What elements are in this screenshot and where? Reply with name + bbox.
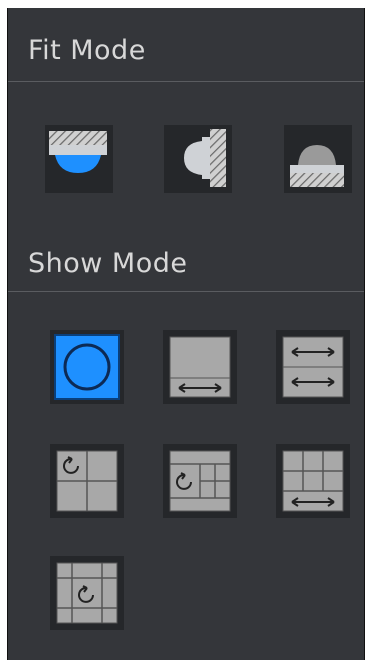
fit-mode-divider: [8, 81, 364, 82]
show-mode-fisheye-4-button[interactable]: [163, 444, 237, 518]
show-mode-panorama-button[interactable]: [163, 330, 237, 404]
ceiling-mount-icon: [49, 131, 107, 173]
fisheye-settings-panel: Fit Mode Show Mode: [7, 8, 365, 660]
show-mode-title: Show Mode: [28, 248, 188, 279]
show-mode-fisheye-button[interactable]: [50, 330, 124, 404]
show-mode-fisheye-8-button[interactable]: [50, 556, 124, 630]
fisheye-plus-8-icon: [56, 562, 118, 624]
show-mode-panorama-6-button[interactable]: [276, 444, 350, 518]
show-mode-dual-panorama-button[interactable]: [276, 330, 350, 404]
show-mode-divider: [8, 291, 364, 292]
ground-mount-icon: [290, 145, 344, 187]
wall-mount-icon: [184, 129, 226, 187]
fisheye-plus-3-icon: [56, 450, 118, 512]
panorama-180-icon: [169, 336, 231, 398]
show-mode-fisheye-3-button[interactable]: [50, 444, 124, 518]
fisheye-plus-4-icon: [169, 450, 231, 512]
fit-mode-ground-button[interactable]: [284, 125, 352, 193]
panorama-plus-6-icon: [282, 450, 344, 512]
fit-mode-title: Fit Mode: [28, 35, 146, 66]
fisheye-original-icon: [63, 343, 111, 391]
fit-mode-ceiling-button[interactable]: [45, 125, 113, 193]
dual-panorama-icon: [282, 336, 344, 398]
fit-mode-wall-button[interactable]: [164, 125, 232, 193]
